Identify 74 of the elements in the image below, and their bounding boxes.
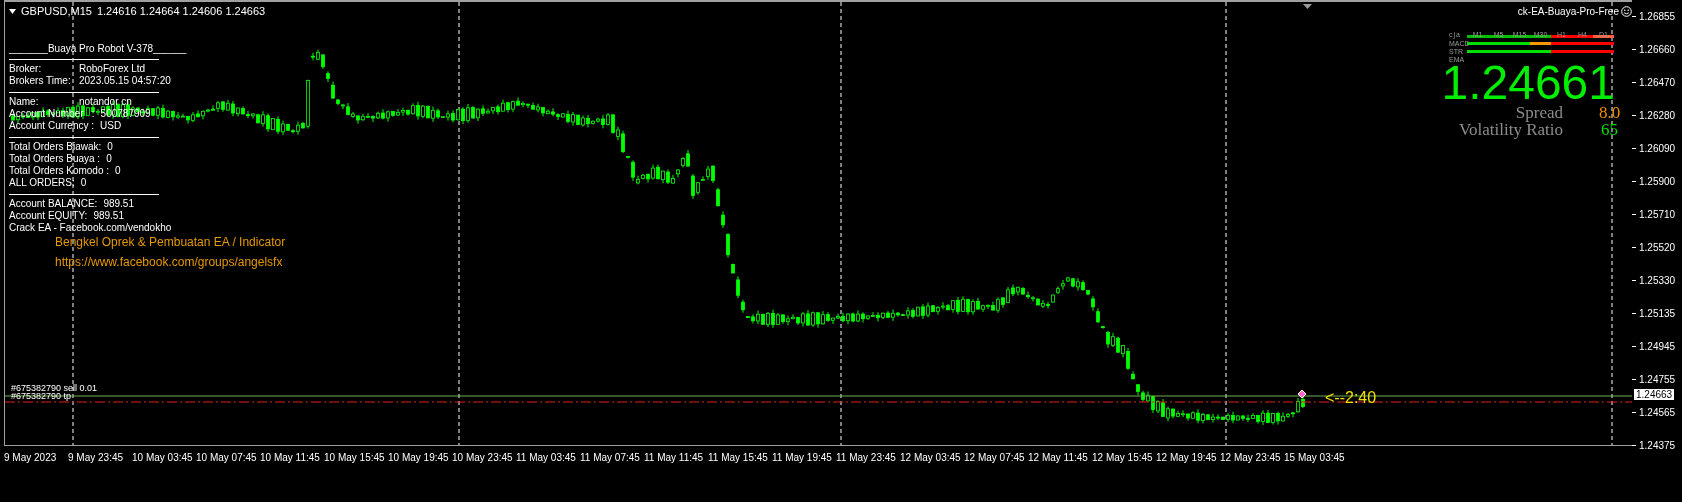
countdown-timer: <--2:40 bbox=[1325, 390, 1377, 406]
time-label: 10 May 23:45 bbox=[452, 453, 514, 463]
spread-value: 8.0 bbox=[1598, 104, 1622, 121]
price-label: 1.26470 bbox=[1639, 77, 1676, 88]
volatility-value: 65 bbox=[1600, 121, 1619, 138]
time-label: 12 May 03:45 bbox=[900, 453, 962, 463]
info-value: RoboForex Ltd bbox=[79, 63, 146, 75]
info-value: 2023.05.15 04:57:20 bbox=[79, 75, 171, 87]
info-value: 989.51 bbox=[103, 198, 134, 210]
price-label: 1.24755 bbox=[1639, 374, 1676, 385]
time-label: 11 May 07:45 bbox=[580, 453, 641, 463]
dropdown-icon[interactable] bbox=[9, 9, 16, 14]
time-label: 10 May 15:45 bbox=[324, 453, 386, 463]
volatility-label: Volatility Ratio bbox=[1457, 121, 1563, 138]
order-label: #675382790 tp bbox=[11, 392, 73, 400]
promo-text: https://www.facebook.com/groups/angelsfx bbox=[55, 255, 284, 270]
smiley-icon bbox=[1621, 6, 1632, 17]
info-label: Broker: bbox=[9, 63, 43, 75]
ohlc-values: 1.24616 1.24664 1.24606 1.24663 bbox=[96, 6, 266, 17]
info-label: Account EQUITY: bbox=[9, 210, 88, 222]
triangle-icon bbox=[1303, 4, 1312, 9]
time-label: 11 May 23:45 bbox=[836, 453, 897, 463]
time-label: 12 May 07:45 bbox=[964, 453, 1026, 463]
info-value: 0 bbox=[115, 165, 121, 177]
info-label: Brokers Time: bbox=[9, 75, 72, 87]
price-label: 1.24945 bbox=[1639, 341, 1676, 352]
arrow-marker-icon bbox=[1297, 389, 1307, 399]
credit-text: Crack EA - Facebook.com/vendokho bbox=[9, 222, 172, 234]
time-label: 12 May 19:45 bbox=[1156, 453, 1218, 463]
time-label: 10 May 11:45 bbox=[260, 453, 321, 463]
price-label: 1.24565 bbox=[1639, 407, 1676, 418]
time-label: 10 May 07:45 bbox=[196, 453, 258, 463]
time-label: 10 May 19:45 bbox=[388, 453, 450, 463]
price-label: 1.26660 bbox=[1639, 44, 1676, 55]
time-label: 11 May 19:45 bbox=[772, 453, 833, 463]
time-label: 11 May 11:45 bbox=[644, 453, 705, 463]
current-price-label: 1.24663 bbox=[1634, 389, 1675, 400]
ea-title: _______Buaya Pro Robot V-378______ bbox=[9, 43, 187, 55]
info-label: Total Orders Buaya : bbox=[9, 153, 101, 165]
bid-price: 1.24661 bbox=[1441, 62, 1615, 104]
time-label: 12 May 11:45 bbox=[1028, 453, 1089, 463]
info-label: ALL ORDERS: bbox=[9, 177, 75, 189]
promo-text: Bengkel Oprek & Pembuatan EA / Indicator bbox=[55, 235, 286, 250]
price-label: 1.26855 bbox=[1639, 11, 1676, 22]
info-value: USD bbox=[100, 120, 122, 132]
order-label: #675382790 sell 0.01 bbox=[11, 384, 98, 392]
price-label: 1.25710 bbox=[1639, 209, 1676, 220]
time-label: 9 May 2023 bbox=[4, 453, 58, 463]
info-value: 0 bbox=[107, 141, 113, 153]
info-label: Account Currency : bbox=[9, 120, 95, 132]
price-label: 1.24375 bbox=[1639, 440, 1676, 451]
info-value: 989.51 bbox=[93, 210, 124, 222]
price-label: 1.26280 bbox=[1639, 110, 1676, 121]
info-label: Total Orders Komodo : bbox=[9, 165, 110, 177]
price-label: 1.26090 bbox=[1639, 143, 1676, 154]
time-label: 10 May 03:45 bbox=[132, 453, 194, 463]
ea-name: ck-EA-Buaya-Pro-Free bbox=[1517, 6, 1619, 17]
info-value: 0 bbox=[106, 153, 112, 165]
time-label: 11 May 03:45 bbox=[516, 453, 577, 463]
chart-title: GBPUSD,M15 bbox=[21, 6, 92, 17]
info-label: Account BALANCE: bbox=[9, 198, 98, 210]
info-label: Name: bbox=[9, 96, 40, 108]
price-label: 1.25520 bbox=[1639, 242, 1676, 253]
spread-label: Spread bbox=[1514, 104, 1563, 121]
time-label: 15 May 03:45 bbox=[1284, 453, 1346, 463]
time-label: 12 May 15:45 bbox=[1092, 453, 1154, 463]
info-label: Total Orders Biawak: bbox=[9, 141, 102, 153]
price-label: 1.25135 bbox=[1639, 308, 1676, 319]
info-value: 0 bbox=[80, 177, 87, 189]
time-label: 9 May 23:45 bbox=[68, 453, 125, 463]
price-label: 1.25900 bbox=[1639, 176, 1676, 187]
time-label: 12 May 23:45 bbox=[1220, 453, 1282, 463]
price-label: 1.25330 bbox=[1639, 275, 1676, 286]
time-label: 11 May 15:45 bbox=[708, 453, 769, 463]
